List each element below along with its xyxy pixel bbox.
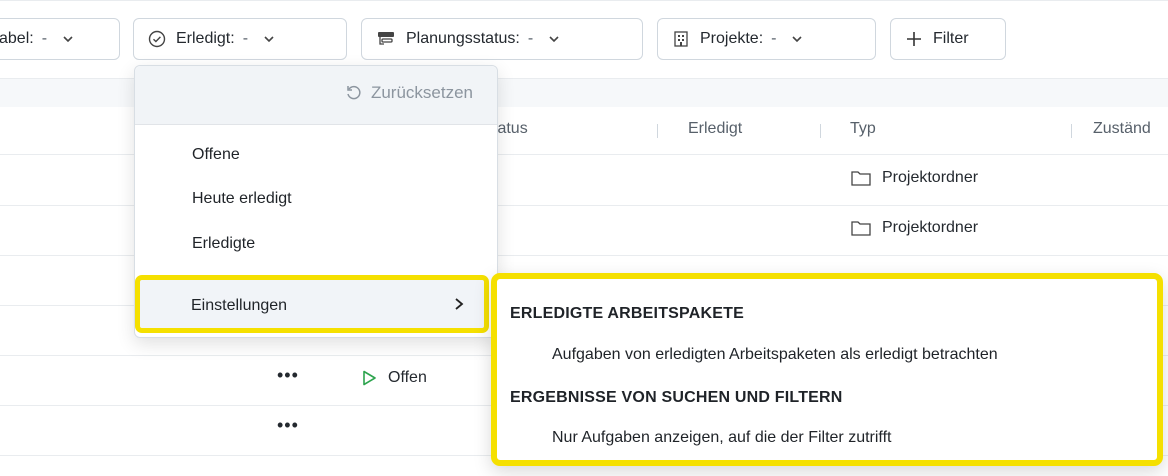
header-erledigt[interactable]: Erledigt <box>688 120 742 138</box>
erledigt-filter-chip[interactable]: Erledigt: - <box>133 18 347 60</box>
more-actions-icon[interactable]: ••• <box>277 415 299 436</box>
add-filter-label: Filter <box>933 30 969 47</box>
label-filter-chip[interactable]: abel: - <box>0 18 120 60</box>
header-divider[interactable] <box>1071 124 1072 138</box>
chevron-right-icon <box>452 296 466 312</box>
typ-label: Projektordner <box>882 219 979 236</box>
menu-item-offene[interactable]: Offene <box>192 146 240 164</box>
chevron-down-icon <box>262 32 276 46</box>
menu-item-erledigte[interactable]: Erledigte <box>192 235 255 253</box>
projekte-filter-label: Projekte: <box>700 30 764 47</box>
check-circle-icon <box>148 30 166 48</box>
planungsstatus-filter-label: Planungsstatus: <box>406 30 520 47</box>
add-filter-button[interactable]: Filter <box>890 18 1006 60</box>
plus-icon <box>905 30 923 48</box>
roadmap-icon <box>376 30 396 48</box>
erledigt-filter-value: - <box>242 30 249 47</box>
label-filter-label: abel: <box>0 30 34 47</box>
option-filter-zutrifft[interactable]: Nur Aufgaben anzeigen, auf die der Filte… <box>552 429 891 447</box>
header-typ[interactable]: Typ <box>850 120 876 138</box>
section-title-suchen-filtern: ERGEBNISSE VON SUCHEN UND FILTERN <box>510 389 843 406</box>
reset-label: Zurücksetzen <box>370 83 473 102</box>
building-icon <box>672 30 690 48</box>
folder-icon <box>850 169 872 187</box>
erledigt-filter-label: Erledigt: <box>176 30 235 47</box>
header-zustaendig[interactable]: Zuständ <box>1093 120 1151 138</box>
dropdown-reset-bar: Zurücksetzen <box>135 66 497 125</box>
header-status[interactable]: tatus <box>493 120 528 138</box>
projekte-filter-value: - <box>771 30 777 47</box>
chevron-down-icon <box>547 32 561 46</box>
status-label: Offen <box>388 369 427 386</box>
typ-cell: Projektordner <box>850 219 978 237</box>
typ-cell: Projektordner <box>850 169 978 187</box>
menu-item-einstellungen[interactable]: Einstellungen <box>135 275 489 333</box>
header-divider[interactable] <box>820 124 821 138</box>
status-cell[interactable]: Offen <box>360 369 427 387</box>
reset-icon <box>345 84 363 102</box>
typ-label: Projektordner <box>882 169 979 186</box>
header-divider[interactable] <box>657 124 658 138</box>
planungsstatus-filter-value: - <box>527 30 534 47</box>
chevron-down-icon <box>61 32 75 46</box>
folder-icon <box>850 219 872 237</box>
play-icon <box>360 369 378 387</box>
projekte-filter-chip[interactable]: Projekte: - <box>657 18 876 60</box>
label-filter-value: - <box>41 30 48 47</box>
option-erledigte-arbeitspakete[interactable]: Aufgaben von erledigten Arbeitspaketen a… <box>552 346 998 364</box>
reset-button[interactable]: Zurücksetzen <box>345 83 473 103</box>
einstellungen-label: Einstellungen <box>191 297 288 314</box>
menu-item-heute-erledigt[interactable]: Heute erledigt <box>192 190 292 208</box>
section-title-erledigte-arbeitspakete: ERLEDIGTE ARBEITSPAKETE <box>510 305 744 322</box>
planungsstatus-filter-chip[interactable]: Planungsstatus: - <box>361 18 643 60</box>
chevron-down-icon <box>790 32 804 46</box>
more-actions-icon[interactable]: ••• <box>277 365 299 386</box>
einstellungen-submenu: ERLEDIGTE ARBEITSPAKETE Aufgaben von erl… <box>491 273 1163 466</box>
